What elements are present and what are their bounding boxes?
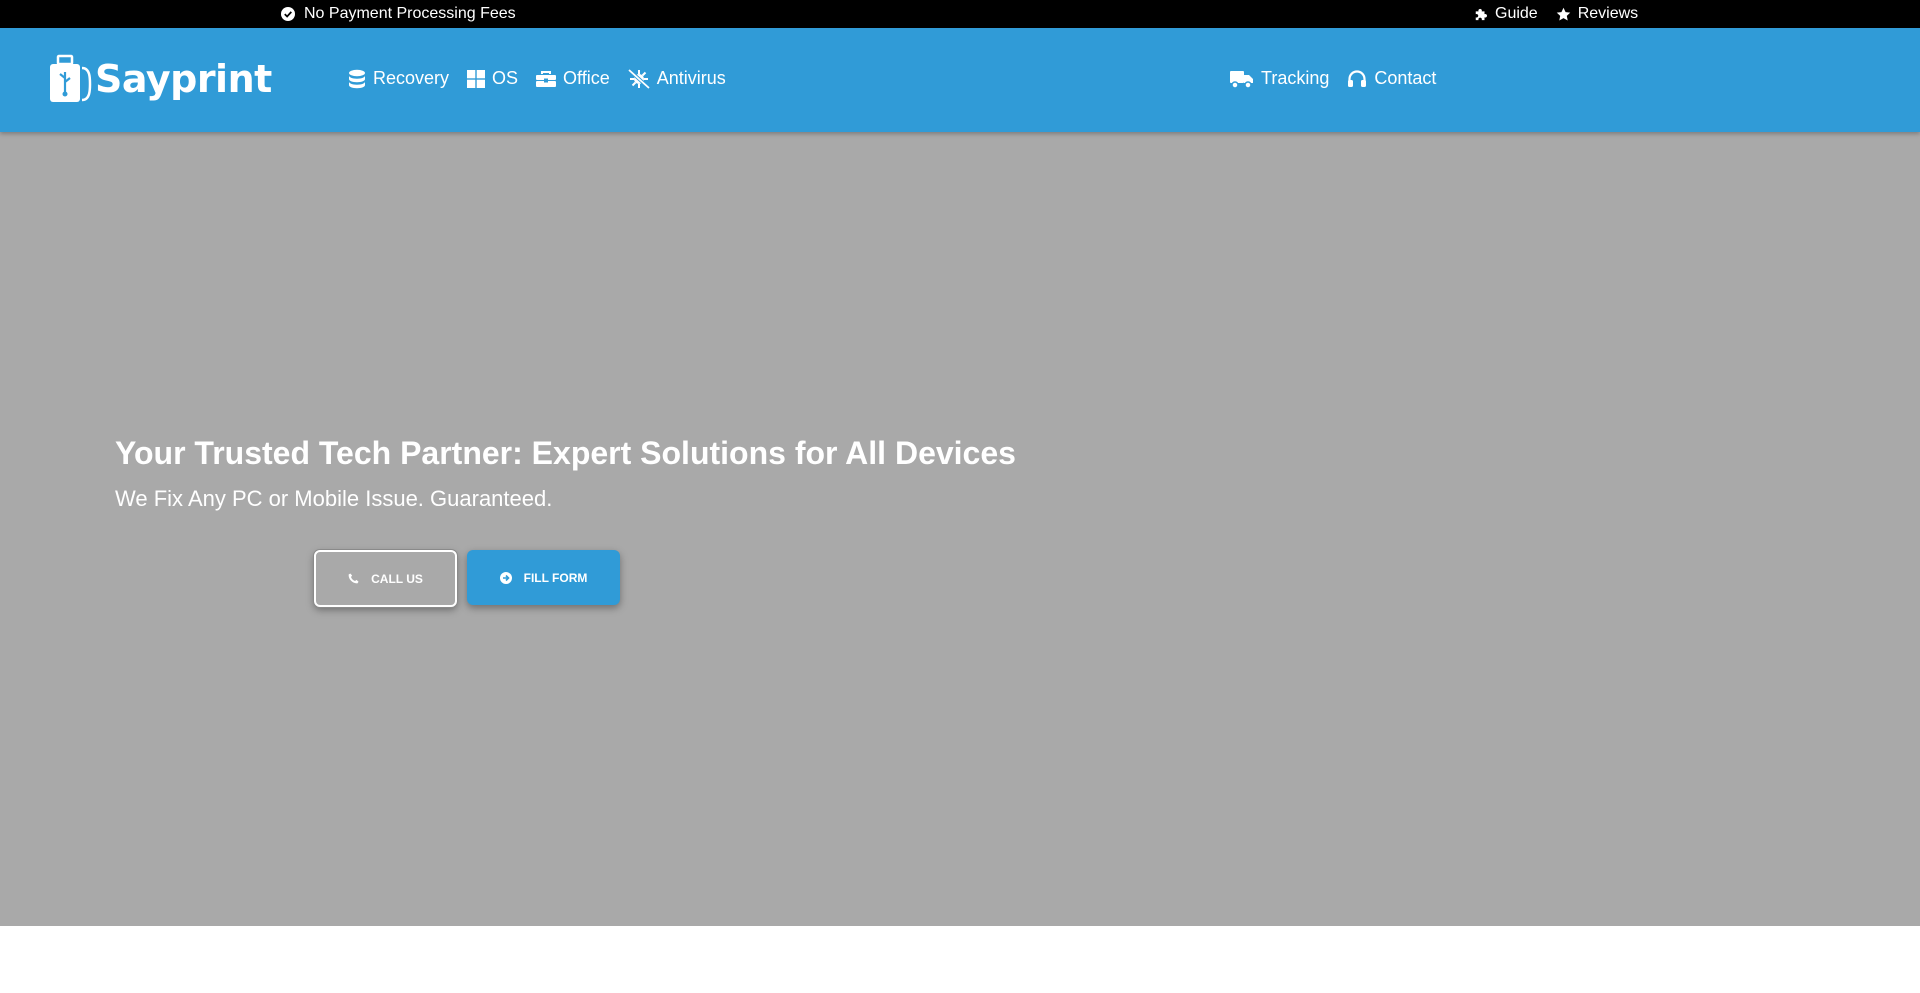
secondary-nav: Tracking Contact [1230,68,1436,89]
puzzle-icon [1475,8,1488,21]
nav-label-recovery: Recovery [373,68,450,88]
nav-label-tracking: Tracking [1261,68,1330,88]
check-circle-icon [281,7,295,21]
nav-label-office: Office [563,68,610,88]
call-us-label: CALL US [371,571,423,586]
fill-form-button[interactable]: FILL FORM [467,550,620,605]
toolbox-icon [536,70,557,87]
nav-item-contact[interactable]: Contact [1347,68,1436,89]
truck-icon [1230,70,1253,89]
nav-item-recovery[interactable]: Recovery [348,68,449,89]
nav-item-office[interactable]: Office [536,68,610,89]
guide-label: Guide [1495,5,1538,22]
notice-text: No Payment Processing Fees [304,5,516,22]
guide-link[interactable]: Guide [1474,5,1538,23]
hero-title: Your Trusted Tech Partner: Expert Soluti… [115,435,1016,471]
fill-form-label: FILL FORM [523,570,588,585]
main-navbar: Sayprint Recovery OS Office Antivirus Tr… [0,28,1920,132]
primary-nav: Recovery OS Office Antivirus [348,68,726,89]
arrow-circle-right-icon [499,571,512,584]
hero-section: Your Trusted Tech Partner: Expert Soluti… [0,132,1920,926]
no-fees-notice: No Payment Processing Fees [281,5,516,23]
hero-subtitle: We Fix Any PC or Mobile Issue. Guarantee… [115,486,553,511]
reviews-label: Reviews [1577,5,1639,22]
virus-slash-icon [627,68,650,89]
nav-item-antivirus[interactable]: Antivirus [627,68,726,89]
nav-item-tracking[interactable]: Tracking [1230,68,1329,89]
headset-icon [1348,69,1367,87]
top-announcement-bar: No Payment Processing Fees Guide Reviews [0,0,1920,28]
top-links: Guide Reviews [1474,5,1638,23]
brand-name: Sayprint [95,57,272,101]
nav-label-contact: Contact [1374,68,1437,88]
nav-label-os: OS [492,68,519,88]
windows-icon [467,69,486,88]
brand-logo[interactable]: Sayprint [48,54,272,104]
star-icon [1556,7,1570,20]
database-icon [349,69,365,88]
reviews-link[interactable]: Reviews [1556,5,1638,23]
call-us-button[interactable]: CALL US [314,550,457,607]
phone-icon [348,573,359,584]
usb-drive-icon [50,54,92,102]
nav-label-antivirus: Antivirus [656,68,726,88]
nav-item-os[interactable]: OS [467,68,518,89]
